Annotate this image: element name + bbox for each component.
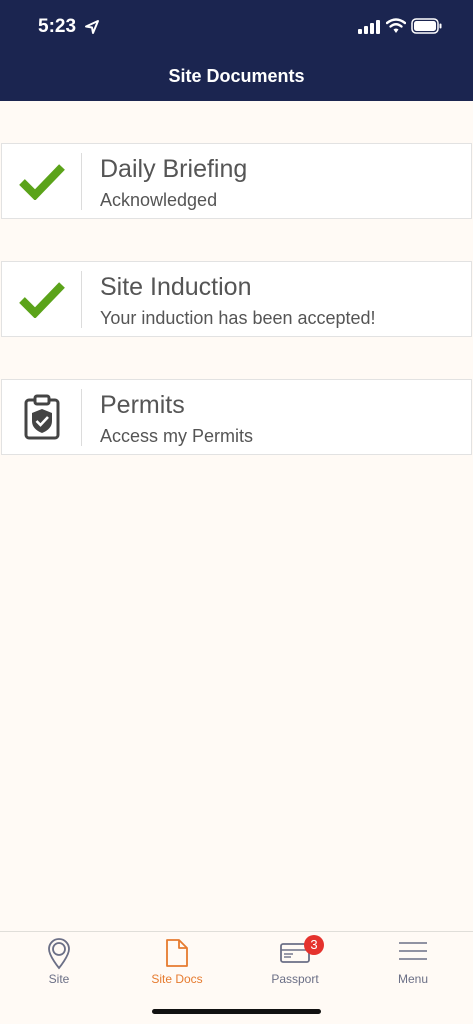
clipboard-check-icon: [24, 394, 59, 440]
document-title: Daily Briefing: [100, 155, 248, 183]
status-bar: 5:23: [0, 0, 473, 54]
location-pin-icon: [48, 938, 70, 970]
tab-label: Passport: [271, 972, 319, 986]
document-item-site-induction[interactable]: Site Induction Your induction has been a…: [1, 261, 472, 337]
document-subtitle: Access my Permits: [100, 426, 254, 446]
document-title: Permits: [100, 391, 185, 419]
tab-label: Site Docs: [151, 972, 203, 986]
notification-badge: 3: [304, 935, 324, 955]
hamburger-menu-icon: [399, 942, 427, 960]
cellular-signal-icon: [358, 20, 380, 34]
check-icon: [18, 282, 65, 318]
status-time: 5:23: [38, 16, 77, 37]
tab-site[interactable]: Site: [0, 932, 118, 992]
document-item-permits[interactable]: Permits Access my Permits: [1, 379, 472, 455]
page-title: Site Documents: [168, 66, 305, 86]
location-arrow-icon: [85, 20, 99, 34]
check-icon: [18, 164, 65, 200]
tab-menu[interactable]: Menu: [354, 932, 472, 992]
home-indicator: [152, 1009, 321, 1014]
tab-site-docs[interactable]: Site Docs: [118, 932, 236, 992]
document-item-daily-briefing[interactable]: Daily Briefing Acknowledged: [1, 143, 472, 219]
document-subtitle: Your induction has been accepted!: [100, 308, 376, 328]
tab-label: Site: [48, 972, 70, 986]
document-title: Site Induction: [100, 273, 252, 301]
tab-passport[interactable]: Passport: [236, 932, 354, 992]
battery-icon: [411, 18, 442, 34]
tab-label: Menu: [397, 972, 429, 986]
wifi-icon: [386, 18, 406, 33]
divider: [81, 271, 82, 328]
divider: [81, 389, 82, 446]
app-header: 5:23 Site Documents: [0, 0, 473, 101]
document-subtitle: Acknowledged: [100, 190, 218, 210]
document-icon: [166, 939, 188, 967]
divider: [81, 153, 82, 210]
